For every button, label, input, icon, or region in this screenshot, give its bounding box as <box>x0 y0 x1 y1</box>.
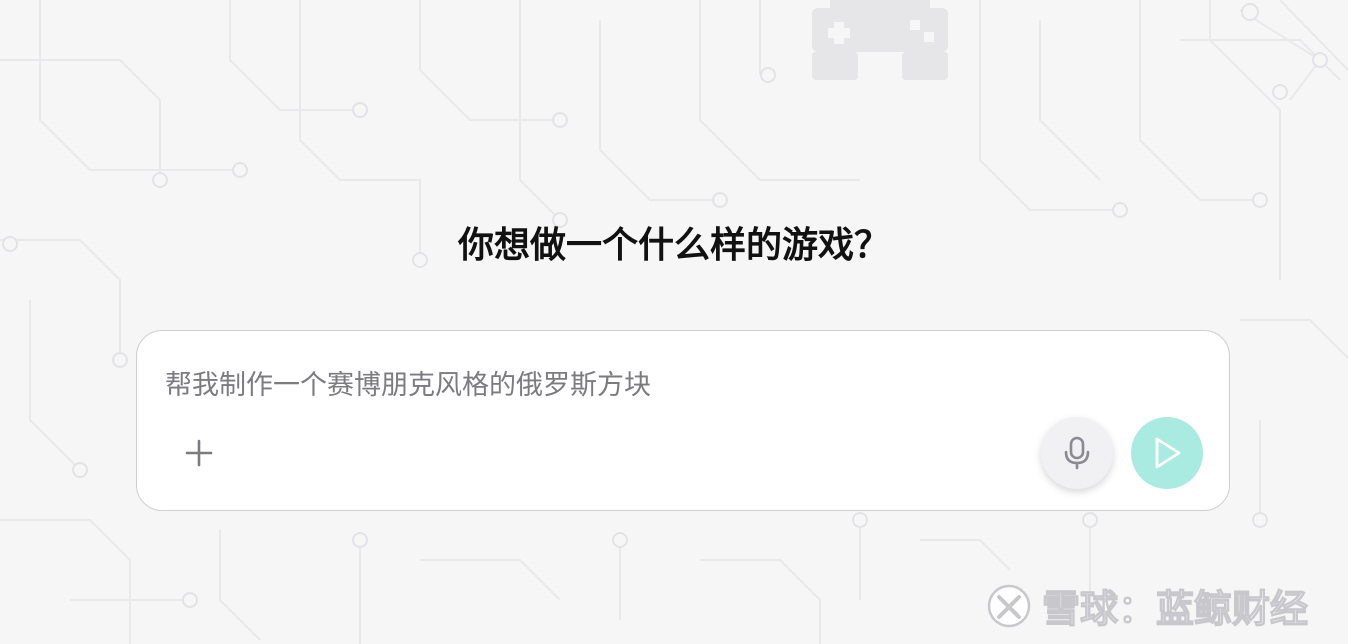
plus-icon <box>185 439 213 467</box>
send-button[interactable] <box>1131 417 1203 489</box>
snowball-logo-icon <box>987 584 1031 627</box>
circuit-background <box>0 0 1348 644</box>
microphone-icon <box>1064 436 1090 470</box>
game-creation-page: 你想做一个什么样的游戏？ 帮我制作一个赛博朋克风格的俄罗斯方块 雪球：蓝鲸财经 <box>0 0 1348 644</box>
add-attachment-button[interactable] <box>179 433 219 473</box>
page-title: 你想做一个什么样的游戏？ <box>457 225 890 266</box>
prompt-input-box[interactable]: 帮我制作一个赛博朋克风格的俄罗斯方块 <box>136 330 1230 511</box>
play-send-icon <box>1155 437 1181 469</box>
watermark: 雪球：蓝鲸财经 <box>986 578 1309 633</box>
watermark-text: 雪球：蓝鲸财经 <box>1041 586 1308 631</box>
prompt-input-text[interactable]: 帮我制作一个赛博朋克风格的俄罗斯方块 <box>165 363 651 402</box>
voice-input-button[interactable] <box>1041 417 1113 489</box>
